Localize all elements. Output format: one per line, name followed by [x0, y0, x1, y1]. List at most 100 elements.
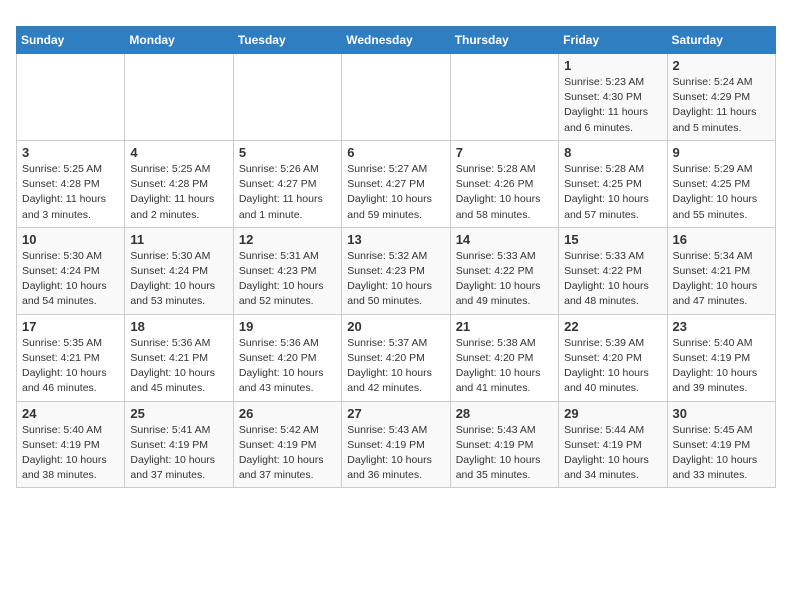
day-info: Sunrise: 5:24 AM Sunset: 4:29 PM Dayligh… [673, 75, 770, 136]
day-info: Sunrise: 5:38 AM Sunset: 4:20 PM Dayligh… [456, 336, 553, 397]
calendar-cell: 28 Sunrise: 5:43 AM Sunset: 4:19 PM Dayli… [450, 401, 558, 488]
calendar-cell [125, 54, 233, 141]
day-number: 15 [564, 232, 661, 247]
weekday-header: Tuesday [233, 27, 341, 54]
day-number: 23 [673, 319, 770, 334]
calendar-cell: 25Sunrise: 5:41 AM Sunset: 4:19 PM Dayli… [125, 401, 233, 488]
day-info: Sunrise: 5:43 AM Sunset: 4:19 PM Dayligh… [456, 423, 553, 484]
calendar-cell: 14 Sunrise: 5:33 AM Sunset: 4:22 PM Dayli… [450, 227, 558, 314]
calendar-cell: 7 Sunrise: 5:28 AM Sunset: 4:26 PM Daylig… [450, 140, 558, 227]
day-info: Sunrise: 5:27 AM Sunset: 4:27 PM Dayligh… [347, 162, 444, 223]
calendar-cell: 29 Sunrise: 5:44 AM Sunset: 4:19 PM Dayli… [559, 401, 667, 488]
calendar-week-row: 1Sunrise: 5:23 AM Sunset: 4:30 PM Daylig… [17, 54, 776, 141]
calendar-cell: 23 Sunrise: 5:40 AM Sunset: 4:19 PM Dayli… [667, 314, 775, 401]
calendar-cell: 13 Sunrise: 5:32 AM Sunset: 4:23 PM Dayli… [342, 227, 450, 314]
calendar-cell: 6 Sunrise: 5:27 AM Sunset: 4:27 PM Daylig… [342, 140, 450, 227]
day-number: 13 [347, 232, 444, 247]
day-info: Sunrise: 5:29 AM Sunset: 4:25 PM Dayligh… [673, 162, 770, 223]
calendar-cell: 1Sunrise: 5:23 AM Sunset: 4:30 PM Daylig… [559, 54, 667, 141]
day-number: 29 [564, 406, 661, 421]
day-info: Sunrise: 5:30 AM Sunset: 4:24 PM Dayligh… [130, 249, 227, 310]
calendar-cell [233, 54, 341, 141]
day-number: 16 [673, 232, 770, 247]
calendar-body: 1Sunrise: 5:23 AM Sunset: 4:30 PM Daylig… [17, 54, 776, 488]
calendar-cell: 27 Sunrise: 5:43 AM Sunset: 4:19 PM Dayli… [342, 401, 450, 488]
day-info: Sunrise: 5:36 AM Sunset: 4:21 PM Dayligh… [130, 336, 227, 397]
calendar-cell [450, 54, 558, 141]
calendar-cell: 17 Sunrise: 5:35 AM Sunset: 4:21 PM Dayli… [17, 314, 125, 401]
day-info: Sunrise: 5:35 AM Sunset: 4:21 PM Dayligh… [22, 336, 119, 397]
day-info: Sunrise: 5:28 AM Sunset: 4:25 PM Dayligh… [564, 162, 661, 223]
day-number: 7 [456, 145, 553, 160]
day-info: Sunrise: 5:40 AM Sunset: 4:19 PM Dayligh… [673, 336, 770, 397]
calendar-cell: 26 Sunrise: 5:42 AM Sunset: 4:19 PM Dayli… [233, 401, 341, 488]
day-info: Sunrise: 5:25 AM Sunset: 4:28 PM Dayligh… [22, 162, 119, 223]
day-number: 10 [22, 232, 119, 247]
weekday-header: Monday [125, 27, 233, 54]
day-number: 2 [673, 58, 770, 73]
weekday-header: Saturday [667, 27, 775, 54]
calendar-cell: 18 Sunrise: 5:36 AM Sunset: 4:21 PM Dayli… [125, 314, 233, 401]
day-info: Sunrise: 5:45 AM Sunset: 4:19 PM Dayligh… [673, 423, 770, 484]
calendar-cell: 11 Sunrise: 5:30 AM Sunset: 4:24 PM Dayli… [125, 227, 233, 314]
day-info: Sunrise: 5:42 AM Sunset: 4:19 PM Dayligh… [239, 423, 336, 484]
day-info: Sunrise: 5:33 AM Sunset: 4:22 PM Dayligh… [564, 249, 661, 310]
day-number: 11 [130, 232, 227, 247]
day-number: 28 [456, 406, 553, 421]
day-number: 24 [22, 406, 119, 421]
calendar-cell: 30Sunrise: 5:45 AM Sunset: 4:19 PM Dayli… [667, 401, 775, 488]
day-info: Sunrise: 5:32 AM Sunset: 4:23 PM Dayligh… [347, 249, 444, 310]
day-info: Sunrise: 5:25 AM Sunset: 4:28 PM Dayligh… [130, 162, 227, 223]
calendar-cell: 10 Sunrise: 5:30 AM Sunset: 4:24 PM Dayli… [17, 227, 125, 314]
day-number: 9 [673, 145, 770, 160]
day-number: 14 [456, 232, 553, 247]
calendar-cell: 4 Sunrise: 5:25 AM Sunset: 4:28 PM Daylig… [125, 140, 233, 227]
calendar-cell: 8Sunrise: 5:28 AM Sunset: 4:25 PM Daylig… [559, 140, 667, 227]
weekday-header: Friday [559, 27, 667, 54]
day-number: 18 [130, 319, 227, 334]
calendar-table: SundayMondayTuesdayWednesdayThursdayFrid… [16, 26, 776, 488]
day-info: Sunrise: 5:30 AM Sunset: 4:24 PM Dayligh… [22, 249, 119, 310]
calendar-cell [342, 54, 450, 141]
day-number: 12 [239, 232, 336, 247]
day-number: 3 [22, 145, 119, 160]
day-number: 27 [347, 406, 444, 421]
calendar-cell: 24 Sunrise: 5:40 AM Sunset: 4:19 PM Dayli… [17, 401, 125, 488]
day-number: 25 [130, 406, 227, 421]
calendar-week-row: 17 Sunrise: 5:35 AM Sunset: 4:21 PM Dayli… [17, 314, 776, 401]
day-number: 6 [347, 145, 444, 160]
calendar-cell: 21 Sunrise: 5:38 AM Sunset: 4:20 PM Dayli… [450, 314, 558, 401]
day-number: 1 [564, 58, 661, 73]
day-info: Sunrise: 5:31 AM Sunset: 4:23 PM Dayligh… [239, 249, 336, 310]
day-number: 19 [239, 319, 336, 334]
day-number: 4 [130, 145, 227, 160]
calendar-week-row: 3 Sunrise: 5:25 AM Sunset: 4:28 PM Daylig… [17, 140, 776, 227]
calendar-cell: 20 Sunrise: 5:37 AM Sunset: 4:20 PM Dayli… [342, 314, 450, 401]
day-number: 20 [347, 319, 444, 334]
day-info: Sunrise: 5:39 AM Sunset: 4:20 PM Dayligh… [564, 336, 661, 397]
day-info: Sunrise: 5:34 AM Sunset: 4:21 PM Dayligh… [673, 249, 770, 310]
calendar-cell: 9 Sunrise: 5:29 AM Sunset: 4:25 PM Daylig… [667, 140, 775, 227]
day-info: Sunrise: 5:37 AM Sunset: 4:20 PM Dayligh… [347, 336, 444, 397]
calendar-cell: 22 Sunrise: 5:39 AM Sunset: 4:20 PM Dayli… [559, 314, 667, 401]
day-number: 5 [239, 145, 336, 160]
day-info: Sunrise: 5:33 AM Sunset: 4:22 PM Dayligh… [456, 249, 553, 310]
calendar-week-row: 24 Sunrise: 5:40 AM Sunset: 4:19 PM Dayli… [17, 401, 776, 488]
calendar-header-row: SundayMondayTuesdayWednesdayThursdayFrid… [17, 27, 776, 54]
day-number: 22 [564, 319, 661, 334]
day-info: Sunrise: 5:40 AM Sunset: 4:19 PM Dayligh… [22, 423, 119, 484]
calendar-cell [17, 54, 125, 141]
day-number: 21 [456, 319, 553, 334]
day-info: Sunrise: 5:28 AM Sunset: 4:26 PM Dayligh… [456, 162, 553, 223]
day-info: Sunrise: 5:43 AM Sunset: 4:19 PM Dayligh… [347, 423, 444, 484]
calendar-cell: 12 Sunrise: 5:31 AM Sunset: 4:23 PM Dayli… [233, 227, 341, 314]
calendar-cell: 2 Sunrise: 5:24 AM Sunset: 4:29 PM Daylig… [667, 54, 775, 141]
day-number: 17 [22, 319, 119, 334]
calendar-cell: 19Sunrise: 5:36 AM Sunset: 4:20 PM Dayli… [233, 314, 341, 401]
day-info: Sunrise: 5:44 AM Sunset: 4:19 PM Dayligh… [564, 423, 661, 484]
calendar-cell: 5 Sunrise: 5:26 AM Sunset: 4:27 PM Daylig… [233, 140, 341, 227]
calendar-cell: 16 Sunrise: 5:34 AM Sunset: 4:21 PM Dayli… [667, 227, 775, 314]
day-number: 26 [239, 406, 336, 421]
calendar-week-row: 10 Sunrise: 5:30 AM Sunset: 4:24 PM Dayli… [17, 227, 776, 314]
day-info: Sunrise: 5:26 AM Sunset: 4:27 PM Dayligh… [239, 162, 336, 223]
